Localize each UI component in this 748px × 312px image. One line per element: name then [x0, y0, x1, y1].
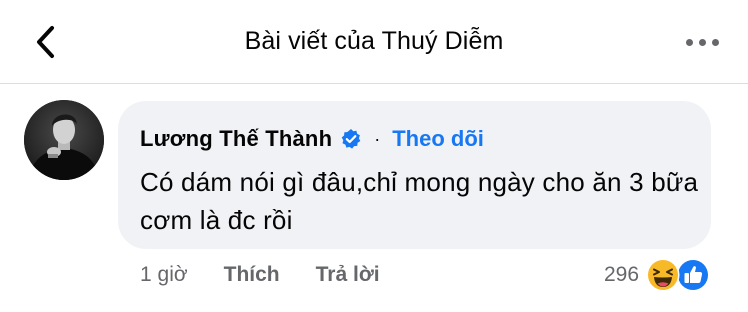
comment-thread-page: Bài viết của Thuý Diễm Lương Thế Thành ·…	[0, 0, 748, 312]
follow-button[interactable]: Theo dõi	[392, 126, 484, 152]
profile-photo	[24, 100, 104, 180]
more-horizontal-icon	[685, 38, 693, 46]
verified-badge-icon	[341, 129, 361, 149]
author-name[interactable]: Lương Thế Thành	[140, 126, 332, 152]
reply-button[interactable]: Trả lời	[316, 263, 380, 287]
separator-dot: ·	[374, 128, 381, 149]
comment-text: Có dám nói gì đâu,chỉ mong ngày cho ăn 3…	[140, 167, 699, 235]
haha-reaction-icon	[646, 258, 680, 292]
comment-timestamp[interactable]: 1 giờ	[140, 263, 188, 287]
top-bar: Bài viết của Thuý Diễm	[0, 0, 748, 84]
comment-actions: 1 giờ Thích Trả lời	[140, 261, 380, 289]
reaction-count: 296	[604, 263, 640, 286]
page-title: Bài viết của Thuý Diễm	[244, 27, 504, 55]
avatar[interactable]	[24, 100, 104, 180]
more-options-button[interactable]	[680, 28, 724, 56]
reaction-summary[interactable]: 296	[604, 257, 710, 293]
comment-header: Lương Thế Thành · Theo dõi	[140, 124, 484, 154]
like-button[interactable]: Thích	[224, 263, 280, 287]
